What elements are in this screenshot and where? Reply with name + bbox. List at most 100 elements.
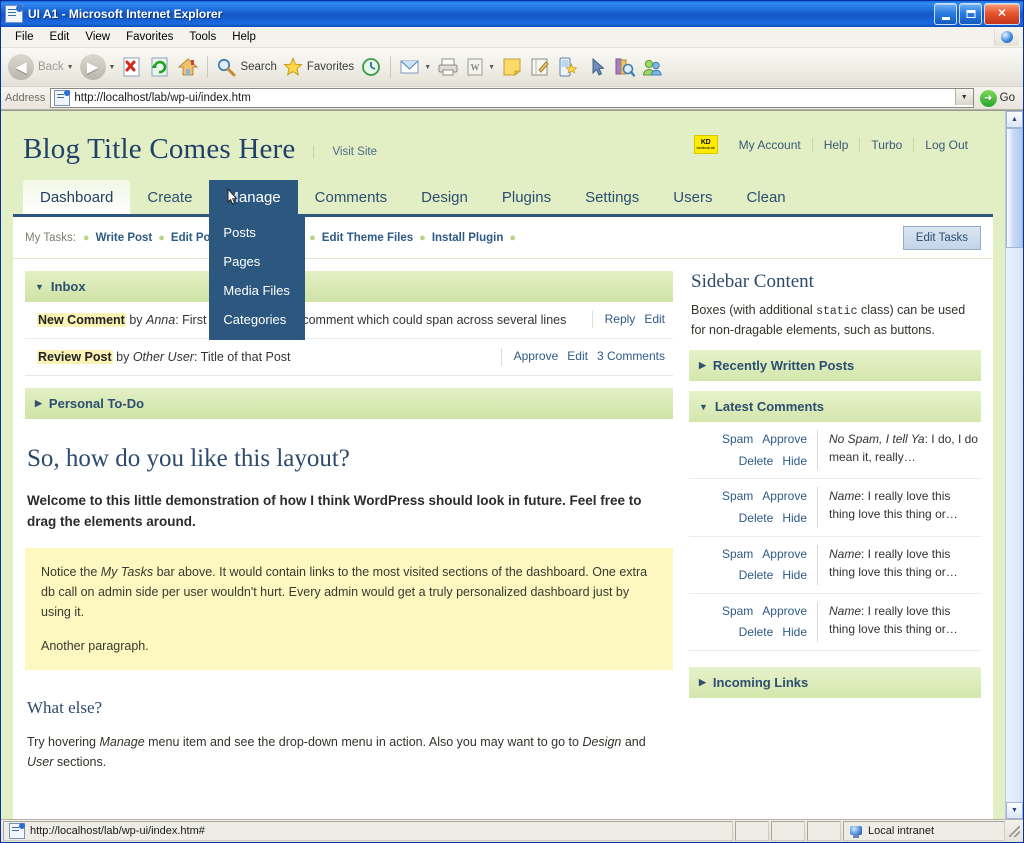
- action-edit[interactable]: Edit: [644, 311, 665, 328]
- messenger-button[interactable]: [638, 51, 666, 83]
- dropdown-item-pages[interactable]: Pages: [209, 247, 305, 276]
- link-help[interactable]: Help: [812, 138, 860, 152]
- dropdown-item-media-files[interactable]: Media Files: [209, 276, 305, 305]
- stop-button[interactable]: [118, 51, 146, 83]
- action-spam[interactable]: Spam: [722, 602, 753, 621]
- mobile-favorites-button[interactable]: [554, 51, 582, 83]
- pointer-button[interactable]: [582, 51, 610, 83]
- refresh-button[interactable]: [146, 51, 174, 83]
- forward-dropdown-icon[interactable]: ▼: [109, 64, 116, 71]
- maximize-button[interactable]: [959, 3, 982, 25]
- list-item: Spam Approve Delete Hide Name: I really …: [689, 479, 981, 536]
- recently-written-posts-header[interactable]: ▶ Recently Written Posts: [689, 350, 981, 381]
- vertical-scrollbar[interactable]: ▲ ▼: [1005, 111, 1023, 819]
- action-approve[interactable]: Approve: [762, 545, 807, 564]
- back-dropdown-icon[interactable]: ▼: [67, 64, 74, 71]
- print-button[interactable]: [434, 51, 462, 83]
- tab-dashboard[interactable]: Dashboard: [23, 180, 130, 214]
- history-button[interactable]: [357, 51, 385, 83]
- menu-view[interactable]: View: [77, 29, 118, 45]
- link-turbo[interactable]: Turbo: [859, 138, 913, 152]
- action-reply[interactable]: Reply: [605, 311, 636, 328]
- action-approve[interactable]: Approve: [762, 430, 807, 449]
- menu-file[interactable]: File: [7, 29, 42, 45]
- favorites-button[interactable]: Favorites: [280, 51, 357, 83]
- menu-help[interactable]: Help: [224, 29, 264, 45]
- action-spam[interactable]: Spam: [722, 545, 753, 564]
- menu-edit[interactable]: Edit: [42, 29, 78, 45]
- article-heading: So, how do you like this layout?: [27, 445, 673, 473]
- resize-grip[interactable]: [1007, 824, 1021, 838]
- note-paragraph-1: Notice the My Tasks bar above. It would …: [41, 562, 657, 622]
- scrollbar-thumb[interactable]: [1006, 128, 1023, 248]
- expand-triangle-icon: ▶: [35, 398, 42, 409]
- dropdown-item-posts[interactable]: Posts: [209, 218, 305, 247]
- edit-dropdown-icon[interactable]: ▼: [488, 64, 495, 71]
- search-button[interactable]: Search: [213, 51, 279, 83]
- action-delete[interactable]: Delete: [739, 566, 774, 585]
- task-write-post[interactable]: Write Post: [91, 232, 158, 244]
- scrollbar-track[interactable]: [1006, 248, 1023, 802]
- forward-arrow-icon: ▶: [80, 54, 106, 80]
- comment-author: Name: [829, 489, 861, 503]
- inbox-title: Inbox: [51, 279, 86, 294]
- link-my-account[interactable]: My Account: [728, 138, 812, 152]
- dropdown-item-categories[interactable]: Categories: [209, 305, 305, 334]
- action-hide[interactable]: Hide: [782, 452, 807, 471]
- scroll-up-button[interactable]: ▲: [1006, 111, 1023, 128]
- note-paragraph-2: Another paragraph.: [41, 636, 657, 656]
- scroll-down-button[interactable]: ▼: [1006, 802, 1023, 819]
- edit-page-button[interactable]: [526, 51, 554, 83]
- web-page: Blog Title Comes Here Visit Site KD kami…: [1, 111, 1005, 819]
- action-spam[interactable]: Spam: [722, 487, 753, 506]
- action-delete[interactable]: Delete: [739, 623, 774, 642]
- action-comment-count[interactable]: 3 Comments: [597, 348, 665, 365]
- research-button[interactable]: [610, 51, 638, 83]
- incoming-links-header[interactable]: ▶ Incoming Links: [689, 667, 981, 698]
- action-hide[interactable]: Hide: [782, 509, 807, 528]
- tab-design[interactable]: Design: [404, 180, 485, 214]
- action-hide[interactable]: Hide: [782, 566, 807, 585]
- menu-tools[interactable]: Tools: [181, 29, 224, 45]
- go-button[interactable]: ➜ Go: [980, 90, 1019, 107]
- tab-comments[interactable]: Comments: [298, 180, 405, 214]
- home-button[interactable]: [174, 51, 202, 83]
- latest-comments-header[interactable]: ▼ Latest Comments: [689, 391, 981, 422]
- forward-button[interactable]: ▶ ▼: [77, 51, 119, 83]
- inbox-box-header[interactable]: ▼ Inbox: [25, 271, 673, 302]
- tab-clean[interactable]: Clean: [729, 180, 802, 214]
- status-page-icon: [9, 823, 25, 839]
- menu-favorites[interactable]: Favorites: [118, 29, 181, 45]
- action-delete[interactable]: Delete: [739, 452, 774, 471]
- address-dropdown-icon[interactable]: ▼: [955, 89, 973, 105]
- back-button[interactable]: ◀ Back ▼: [5, 51, 77, 83]
- action-delete[interactable]: Delete: [739, 509, 774, 528]
- action-spam[interactable]: Spam: [722, 430, 753, 449]
- action-hide[interactable]: Hide: [782, 623, 807, 642]
- tab-create[interactable]: Create: [130, 180, 209, 214]
- action-approve[interactable]: Approve: [762, 487, 807, 506]
- edit-word-button[interactable]: W ▼: [462, 51, 498, 83]
- action-edit[interactable]: Edit: [567, 348, 588, 365]
- link-log-out[interactable]: Log Out: [913, 138, 979, 152]
- task-edit-theme-files[interactable]: Edit Theme Files: [317, 232, 418, 244]
- minimize-button[interactable]: [934, 3, 957, 25]
- inbox-text-1: : Title of that Post: [194, 350, 291, 364]
- tab-manage[interactable]: Manage Posts Pages Media Files Categorie…: [209, 180, 297, 214]
- kd-badge-icon: KD kamibuck lab: [694, 135, 718, 154]
- tab-users[interactable]: Users: [656, 180, 729, 214]
- action-approve[interactable]: Approve: [514, 348, 559, 365]
- notes-button[interactable]: [498, 51, 526, 83]
- status-bar: http://localhost/lab/wp-ui/index.htm# Lo…: [1, 819, 1023, 842]
- address-input[interactable]: http://localhost/lab/wp-ui/index.htm ▼: [50, 88, 973, 108]
- action-approve[interactable]: Approve: [762, 602, 807, 621]
- close-button[interactable]: ✕: [984, 3, 1020, 25]
- tab-plugins[interactable]: Plugins: [485, 180, 568, 214]
- personal-todo-box-header[interactable]: ▶ Personal To-Do: [25, 388, 673, 419]
- tab-settings[interactable]: Settings: [568, 180, 656, 214]
- edit-tasks-button[interactable]: Edit Tasks: [903, 226, 981, 250]
- visit-site-link[interactable]: Visit Site: [313, 146, 377, 158]
- task-install-plugin[interactable]: Install Plugin: [427, 232, 509, 244]
- mail-dropdown-icon[interactable]: ▼: [424, 64, 431, 71]
- mail-button[interactable]: ▼: [396, 51, 434, 83]
